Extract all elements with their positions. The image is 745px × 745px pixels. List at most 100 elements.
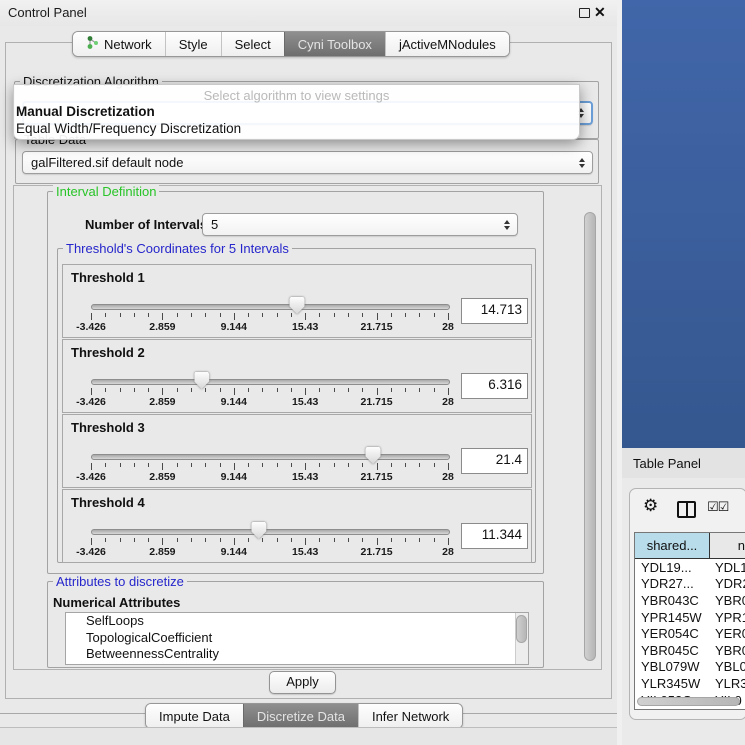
table-column-header[interactable]: na — [710, 533, 745, 558]
popup-item[interactable]: Manual Discretization — [14, 103, 579, 120]
tab-infer-network[interactable]: Infer Network — [358, 704, 462, 728]
slider-ticks — [91, 538, 448, 546]
table-cell: YER054C — [635, 626, 709, 641]
table-hscrollbar-thumb[interactable] — [637, 697, 740, 706]
table-cell: YDL19... — [635, 560, 709, 575]
slider-track[interactable] — [91, 304, 450, 310]
threshold-value-field[interactable]: 14.713 — [461, 298, 528, 324]
tick-mark — [177, 313, 178, 317]
slider-thumb[interactable] — [194, 372, 209, 389]
popup-item[interactable]: Equal Width/Frequency Discretization — [14, 120, 579, 137]
tick-label: 15.43 — [292, 546, 318, 558]
tick-mark — [419, 463, 420, 467]
table-row[interactable]: YBR045CYBR0 — [635, 642, 745, 659]
float-window-icon[interactable] — [579, 8, 590, 18]
tick-mark — [362, 313, 363, 317]
tick-mark — [348, 538, 349, 542]
tick-mark — [291, 388, 292, 392]
tick-label: 2.859 — [149, 471, 175, 483]
tab-label: Style — [179, 37, 208, 52]
attribute-list-item[interactable]: TopologicalCoefficient — [66, 630, 528, 647]
table-row[interactable]: YBL079WYBL0 — [635, 659, 745, 676]
checkboxes-icon[interactable]: ☑☑ — [707, 500, 728, 515]
tick-mark — [177, 538, 178, 542]
tick-mark — [405, 388, 406, 392]
network-icon — [86, 35, 99, 53]
tick-mark — [262, 313, 263, 317]
tab-jactivemnodules[interactable]: jActiveMNodules — [385, 32, 509, 56]
slider-thumb[interactable] — [290, 297, 305, 314]
tick-mark — [319, 388, 320, 392]
tab-discretize-data[interactable]: Discretize Data — [243, 704, 358, 728]
tick-mark — [319, 463, 320, 467]
tick-mark — [162, 463, 163, 470]
tick-mark — [448, 313, 449, 320]
cyni-mode-tab-bar: Impute DataDiscretize DataInfer Network — [145, 703, 463, 729]
apply-button[interactable]: Apply — [269, 671, 336, 694]
threshold-value-field[interactable]: 11.344 — [461, 523, 528, 549]
tick-mark — [448, 388, 449, 395]
table-row[interactable]: YDL19...YDL1 — [635, 559, 745, 576]
tick-mark — [434, 463, 435, 467]
columns-icon[interactable] — [677, 501, 696, 518]
tick-mark — [234, 313, 235, 320]
table-row[interactable]: YBR043CYBR0 — [635, 592, 745, 609]
tick-label: 9.144 — [221, 321, 247, 333]
threshold-value-field[interactable]: 6.316 — [461, 373, 528, 399]
tick-mark — [448, 538, 449, 545]
list-scrollbar-thumb[interactable] — [516, 615, 527, 643]
tab-cyni-toolbox[interactable]: Cyni Toolbox — [284, 32, 385, 56]
tab-impute-data[interactable]: Impute Data — [146, 704, 243, 728]
number-of-intervals-spinner[interactable]: 5 — [202, 213, 518, 236]
table-cell: YBL079W — [635, 659, 709, 674]
slider-tick-labels: -3.4262.8599.14415.4321.71528 — [91, 471, 448, 483]
node-attribute-table[interactable]: shared...na YDL19...YDL1YDR27...YDR2YBR0… — [634, 532, 745, 710]
tick-mark — [205, 313, 206, 317]
table-cell: YPR1 — [709, 610, 745, 625]
tick-mark — [319, 313, 320, 317]
threshold-label: Threshold 3 — [71, 420, 145, 435]
table-data-select[interactable]: galFiltered.sif default node — [22, 151, 593, 174]
numerical-attributes-list[interactable]: SelfLoopsTopologicalCoefficientBetweenne… — [65, 612, 529, 665]
tick-mark — [277, 313, 278, 317]
tick-mark — [105, 538, 106, 542]
table-column-header[interactable]: shared... — [635, 533, 710, 558]
tick-mark — [134, 313, 135, 317]
slider-track[interactable] — [91, 379, 450, 385]
close-icon[interactable]: ✕ — [594, 4, 606, 21]
tick-mark — [362, 538, 363, 542]
tab-network[interactable]: Network — [73, 32, 165, 56]
slider-track[interactable] — [91, 454, 450, 460]
table-row[interactable]: YPR145WYPR1 — [635, 609, 745, 626]
table-row[interactable]: YER054CYER0 — [635, 625, 745, 642]
interval-definition-label: Interval Definition — [53, 184, 159, 199]
list-scrollbar-track[interactable] — [515, 613, 528, 664]
panel-scrollbar-thumb[interactable] — [584, 212, 596, 661]
tick-mark — [377, 388, 378, 395]
table-row[interactable]: YLR345WYLR3 — [635, 675, 745, 692]
table-cell: YBR0 — [709, 643, 745, 658]
tab-select[interactable]: Select — [221, 32, 284, 56]
attribute-list-item[interactable]: SelfLoops — [66, 613, 528, 630]
attribute-list-item[interactable]: BetweennessCentrality — [66, 646, 528, 663]
tick-label: 21.715 — [361, 321, 393, 333]
tick-mark — [305, 388, 306, 395]
slider-thumb[interactable] — [251, 522, 266, 539]
tick-mark — [277, 388, 278, 392]
table-cell: YPR145W — [635, 610, 709, 625]
tick-mark — [177, 388, 178, 392]
table-row[interactable]: YDR27...YDR2 — [635, 576, 745, 593]
tick-mark — [191, 388, 192, 392]
network-view-frame[interactable]: GAL80GACGAL11GAL4GCY1HHAP2 — [622, 0, 745, 455]
tick-mark — [277, 463, 278, 467]
tick-mark — [205, 388, 206, 392]
tick-mark — [248, 313, 249, 317]
threshold-value-field[interactable]: 21.4 — [461, 448, 528, 474]
slider-track[interactable] — [91, 529, 450, 535]
tick-mark — [120, 388, 121, 392]
tick-mark — [348, 463, 349, 467]
gear-icon[interactable]: ⚙ — [643, 496, 658, 516]
tab-style[interactable]: Style — [165, 32, 221, 56]
slider-thumb[interactable] — [366, 447, 381, 464]
tick-mark — [448, 463, 449, 470]
